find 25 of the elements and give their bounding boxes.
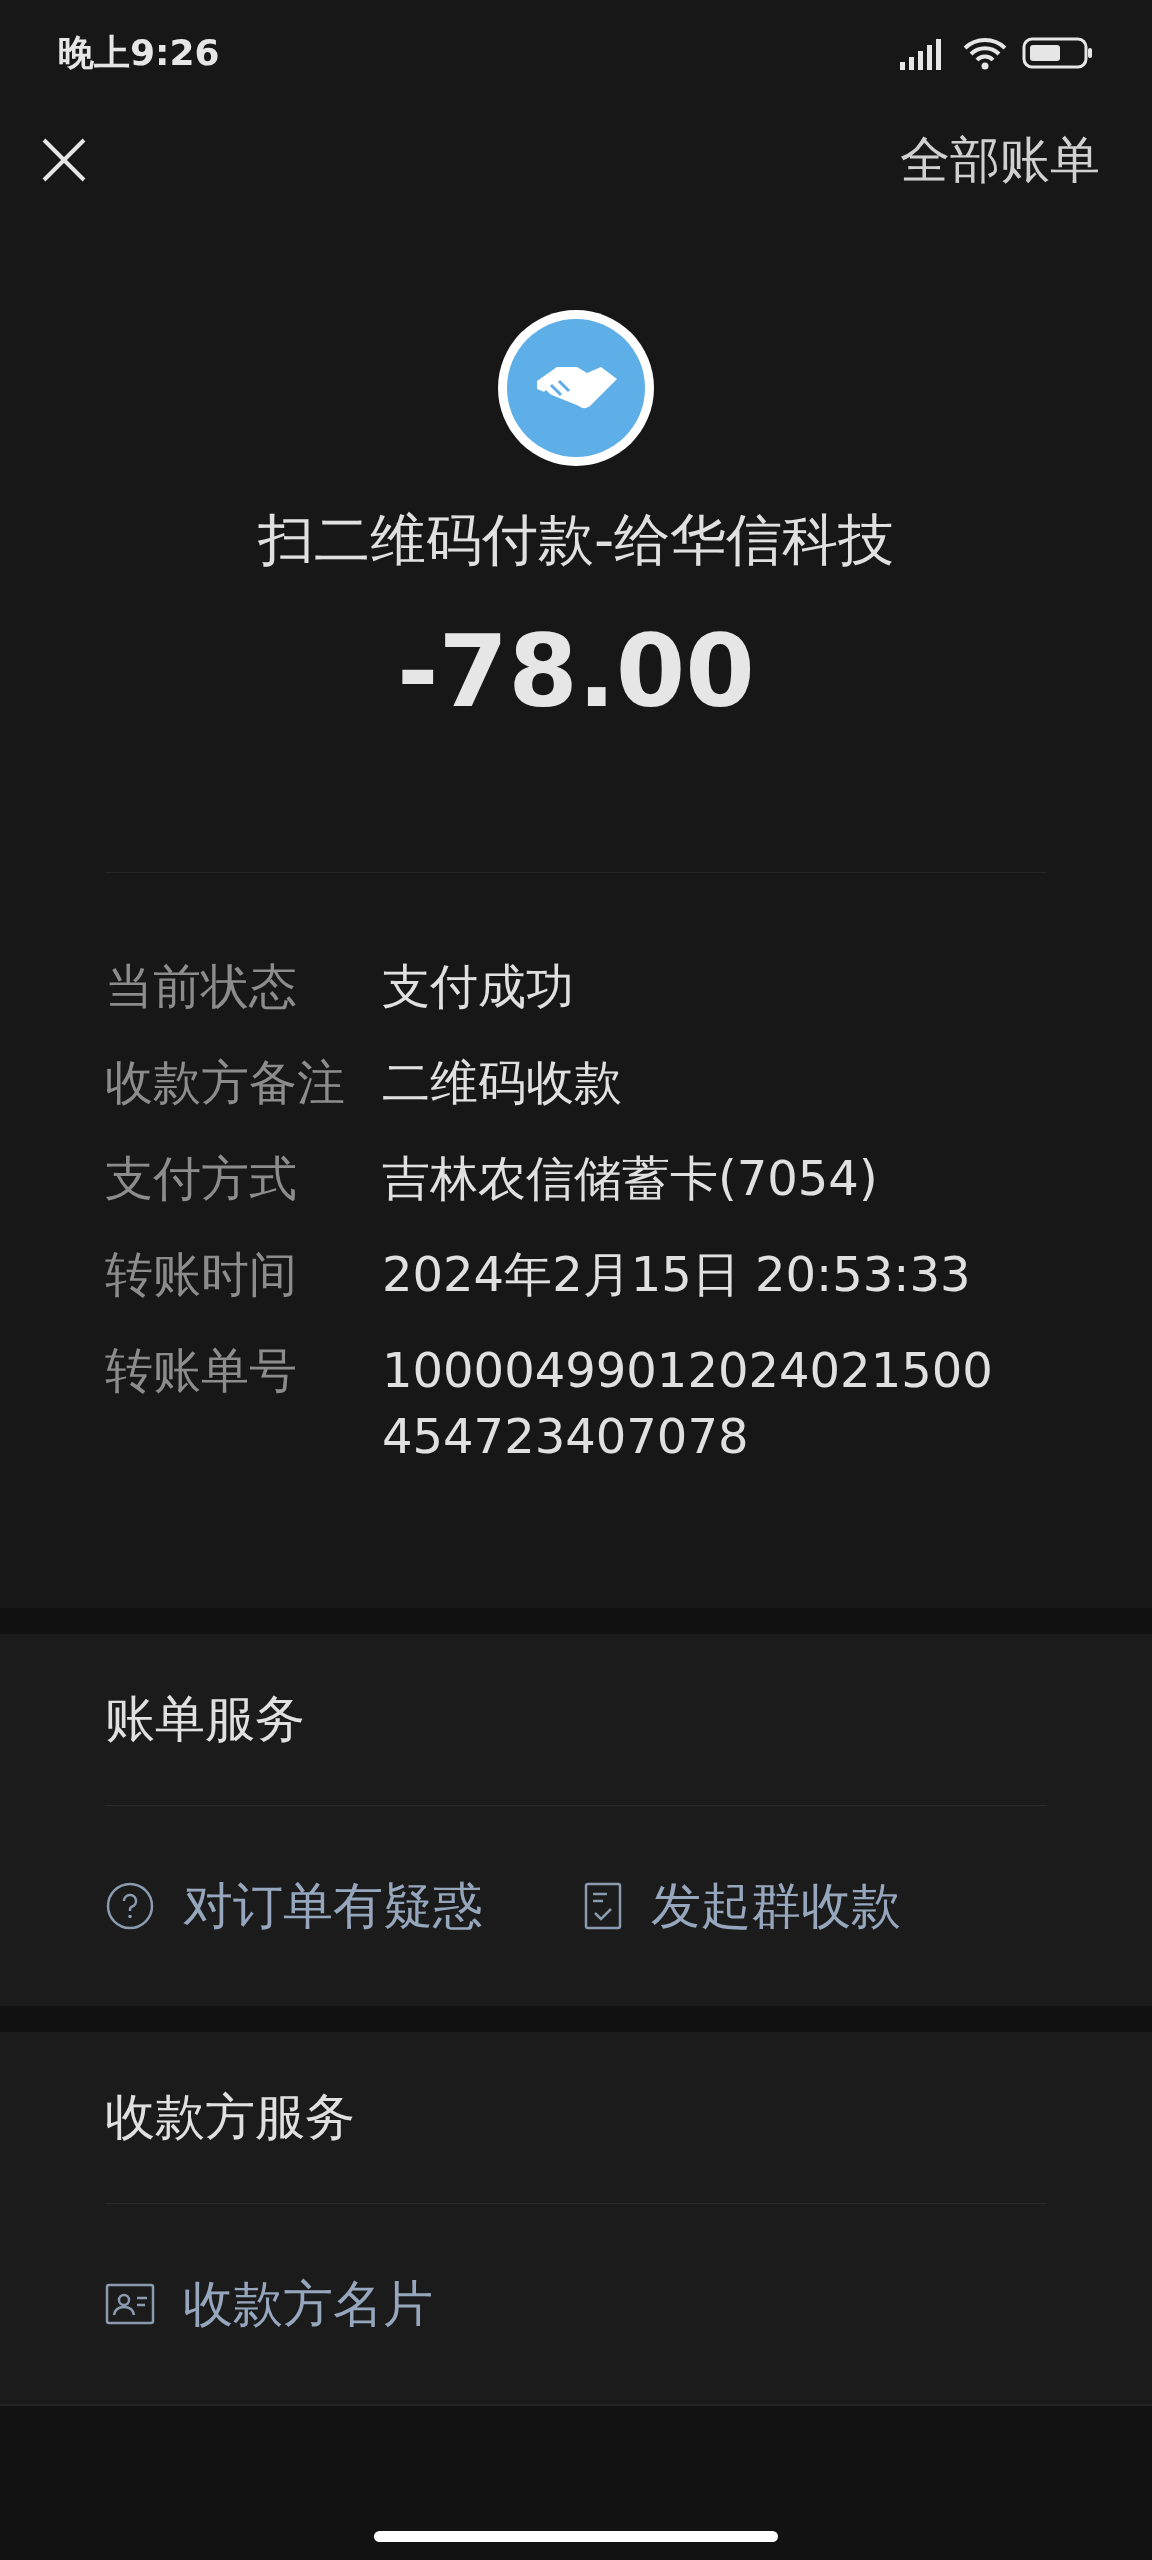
- section-title: 账单服务: [105, 1689, 305, 1750]
- detail-value: 吉林农信储蓄卡(7054): [382, 1149, 879, 1208]
- merchant-title: 扫二维码付款-给华信科技: [257, 506, 895, 574]
- detail-value: 二维码收款: [382, 1053, 623, 1112]
- detail-label: 转账单号: [105, 1341, 298, 1400]
- detail-label: 收款方备注: [105, 1053, 346, 1112]
- detail-label: 当前状态: [105, 957, 298, 1016]
- service-link[interactable]: 对订单有疑惑: [105, 1868, 483, 1944]
- payment-amount: -78.00: [397, 622, 755, 722]
- question-icon: [105, 1881, 155, 1931]
- status-time: 晚上9:26: [58, 30, 220, 75]
- battery-icon: [1022, 35, 1094, 70]
- service-link[interactable]: 收款方名片: [105, 2266, 433, 2342]
- wifi-icon: [962, 35, 1008, 70]
- detail-value: 10000499012024021500454723407078: [382, 1341, 994, 1466]
- contact-card-icon: [105, 2283, 155, 2325]
- close-button[interactable]: [40, 136, 88, 184]
- detail-label: 转账时间: [105, 1245, 298, 1304]
- detail-value: 支付成功: [382, 957, 575, 1016]
- all-bills-link[interactable]: 全部账单: [900, 122, 1100, 198]
- detail-value: 2024年2月15日 20:53:33: [382, 1245, 972, 1304]
- receipt-icon: [583, 1881, 623, 1931]
- section-title: 收款方服务: [105, 2087, 355, 2148]
- service-link[interactable]: 发起群收款: [583, 1868, 901, 1944]
- detail-label: 支付方式: [105, 1149, 298, 1208]
